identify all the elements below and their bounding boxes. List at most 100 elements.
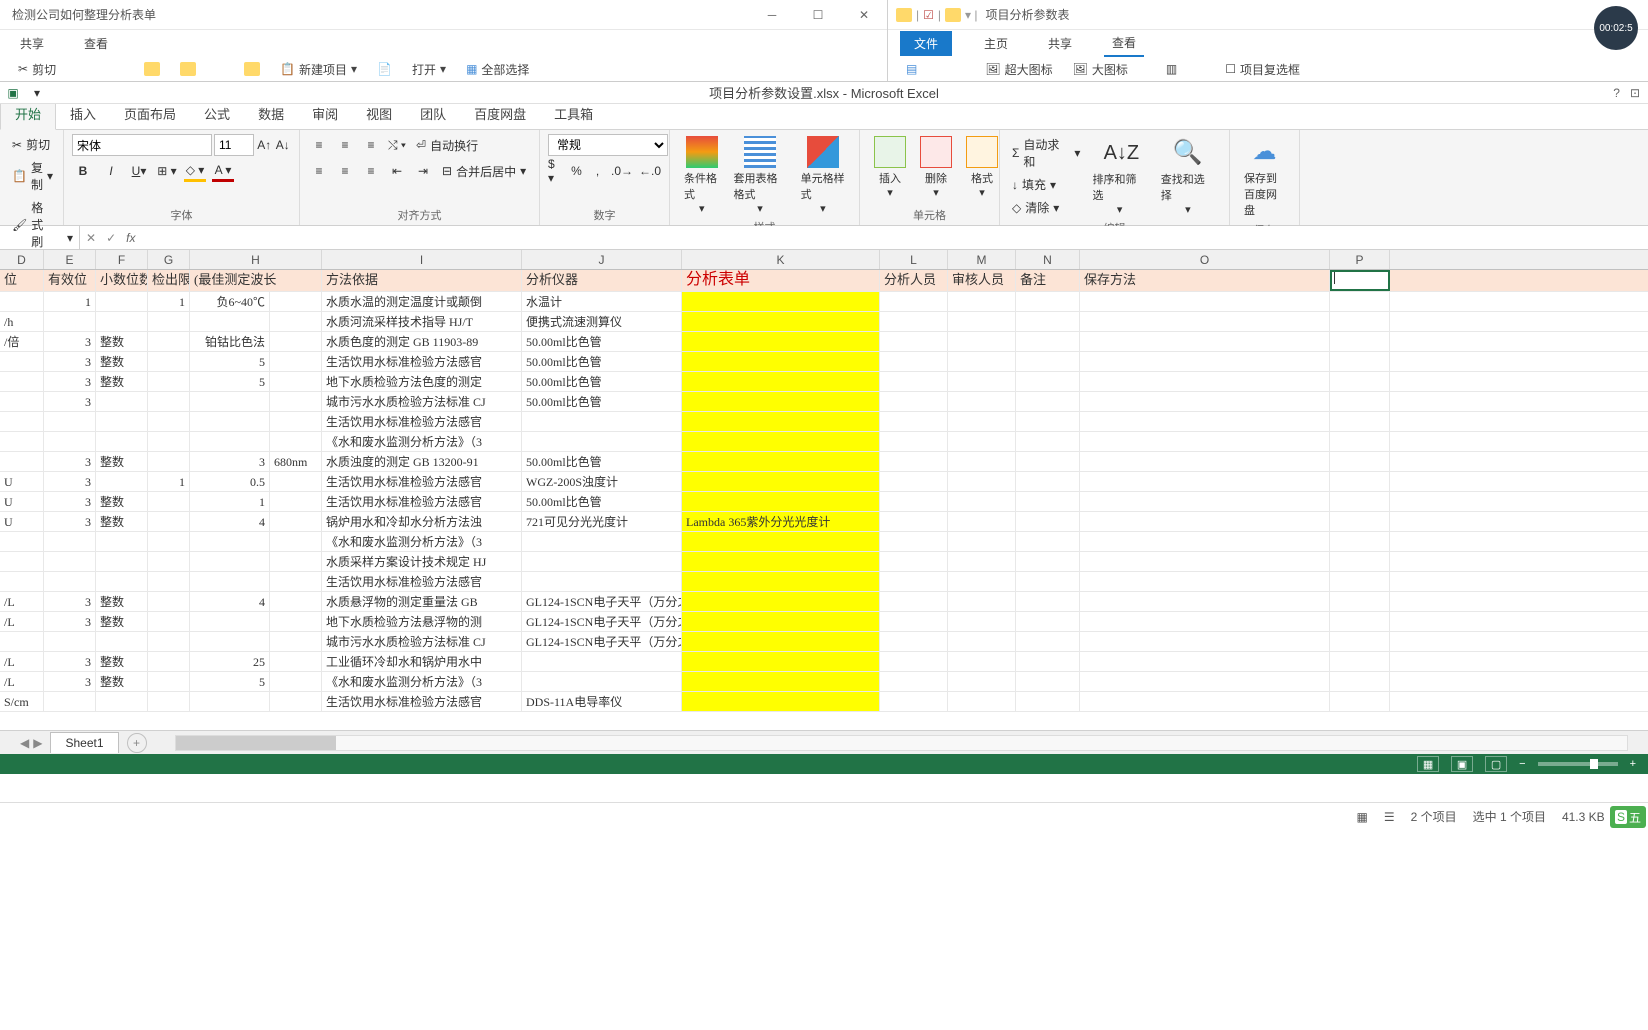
maximize-button[interactable]: ☐ xyxy=(795,0,841,30)
align-bottom-icon[interactable]: ≡ xyxy=(360,134,382,156)
select-all-tool[interactable]: ▦全部选择 xyxy=(460,59,535,80)
zoom-out-icon[interactable]: − xyxy=(1519,758,1525,770)
cell[interactable] xyxy=(0,452,44,471)
cell[interactable] xyxy=(270,332,322,351)
cell[interactable] xyxy=(1330,592,1390,611)
col-header-I[interactable]: I xyxy=(322,250,522,269)
cell[interactable] xyxy=(682,332,880,351)
col-header-J[interactable]: J xyxy=(522,250,682,269)
cell[interactable] xyxy=(148,512,190,531)
cell[interactable] xyxy=(880,492,948,511)
font-name-combo[interactable] xyxy=(72,134,212,156)
cell[interactable] xyxy=(880,312,948,331)
cell[interactable] xyxy=(1016,352,1080,371)
zoom-in-icon[interactable]: + xyxy=(1630,758,1636,770)
cell[interactable] xyxy=(948,352,1016,371)
cell[interactable]: 整数 xyxy=(96,492,148,511)
decrease-font-icon[interactable]: A↓ xyxy=(275,134,292,156)
cell[interactable] xyxy=(1080,492,1330,511)
confirm-formula-icon[interactable]: ✓ xyxy=(106,231,116,245)
cell[interactable] xyxy=(96,432,148,451)
cell[interactable] xyxy=(682,592,880,611)
cell[interactable] xyxy=(1016,592,1080,611)
cell[interactable] xyxy=(1080,352,1330,371)
cell[interactable] xyxy=(270,412,322,431)
cell[interactable] xyxy=(0,632,44,651)
cell[interactable]: 《水和废水监测分析方法》（3 xyxy=(322,672,522,691)
cell[interactable]: 生活饮用水标准检验方法感官 xyxy=(322,492,522,511)
cell[interactable] xyxy=(270,552,322,571)
cell[interactable]: 整数 xyxy=(96,672,148,691)
cell[interactable] xyxy=(1080,512,1330,531)
cell[interactable] xyxy=(1080,672,1330,691)
cell[interactable] xyxy=(880,432,948,451)
formula-input[interactable] xyxy=(141,226,1648,249)
cell[interactable] xyxy=(190,432,270,451)
cell[interactable] xyxy=(44,412,96,431)
cell[interactable]: 生活饮用水标准检验方法感官 xyxy=(322,472,522,491)
cell[interactable] xyxy=(1016,332,1080,351)
cell[interactable] xyxy=(96,632,148,651)
cell[interactable]: 3 xyxy=(44,612,96,631)
cell[interactable] xyxy=(148,332,190,351)
sheet-tab-1[interactable]: Sheet1 xyxy=(50,732,118,753)
cell[interactable] xyxy=(682,632,880,651)
cell[interactable] xyxy=(522,672,682,691)
cell[interactable] xyxy=(682,312,880,331)
copy-button[interactable]: 📋复制 ▾ xyxy=(8,157,55,195)
cell[interactable] xyxy=(1016,392,1080,411)
cell[interactable] xyxy=(1080,452,1330,471)
align-top-icon[interactable]: ≡ xyxy=(308,134,330,156)
cell[interactable] xyxy=(948,292,1016,311)
col-header-M[interactable]: M xyxy=(948,250,1016,269)
cell[interactable]: 680nm xyxy=(270,452,322,471)
cell[interactable]: 3 xyxy=(44,452,96,471)
cell[interactable] xyxy=(880,532,948,551)
cell[interactable] xyxy=(1330,312,1390,331)
indent-inc-icon[interactable]: ⇥ xyxy=(412,160,434,182)
cell[interactable] xyxy=(948,372,1016,391)
cell[interactable] xyxy=(148,612,190,631)
fill-color-button[interactable]: ◇ ▾ xyxy=(184,160,206,182)
cell[interactable] xyxy=(1016,692,1080,711)
cell[interactable]: 3 xyxy=(44,332,96,351)
cell[interactable]: 整数 xyxy=(96,372,148,391)
cell[interactable] xyxy=(682,452,880,471)
cell[interactable] xyxy=(682,692,880,711)
dup-check-tool[interactable]: ☐项目复选框 xyxy=(1219,59,1306,80)
ime-indicator[interactable]: S五 xyxy=(1610,806,1646,828)
cell[interactable]: 3 xyxy=(44,472,96,491)
cell[interactable] xyxy=(190,312,270,331)
cell[interactable] xyxy=(880,592,948,611)
cell[interactable]: 4 xyxy=(190,592,270,611)
format-cells-button[interactable]: 格式▾ xyxy=(960,134,1004,201)
cell[interactable] xyxy=(682,292,880,311)
cell[interactable] xyxy=(1016,652,1080,671)
col-header-L[interactable]: L xyxy=(880,250,948,269)
col-header-E[interactable]: E xyxy=(44,250,96,269)
cell[interactable] xyxy=(190,692,270,711)
cell[interactable]: 水质河流采样技术指导 HJ/T xyxy=(322,312,522,331)
cell[interactable]: 整数 xyxy=(96,652,148,671)
cell[interactable] xyxy=(1330,432,1390,451)
cell[interactable] xyxy=(148,672,190,691)
cell[interactable]: 1 xyxy=(148,472,190,491)
cell[interactable] xyxy=(270,292,322,311)
cell[interactable] xyxy=(880,332,948,351)
fx-icon[interactable]: fx xyxy=(126,231,135,245)
cell[interactable] xyxy=(148,632,190,651)
cell[interactable] xyxy=(1016,492,1080,511)
cell[interactable] xyxy=(1330,692,1390,711)
cell[interactable] xyxy=(44,692,96,711)
view-icon-1[interactable]: ▦ xyxy=(1356,810,1367,824)
cell[interactable]: 水温计 xyxy=(522,292,682,311)
cell[interactable] xyxy=(948,492,1016,511)
cell[interactable] xyxy=(682,472,880,491)
page-break-icon[interactable]: ▢ xyxy=(1485,756,1507,772)
cell[interactable]: 水质水温的测定温度计或颠倒 xyxy=(322,292,522,311)
cell[interactable] xyxy=(148,552,190,571)
cell[interactable] xyxy=(96,692,148,711)
name-box[interactable]: ▾ xyxy=(0,226,80,249)
cell[interactable] xyxy=(190,392,270,411)
cell[interactable] xyxy=(190,632,270,651)
